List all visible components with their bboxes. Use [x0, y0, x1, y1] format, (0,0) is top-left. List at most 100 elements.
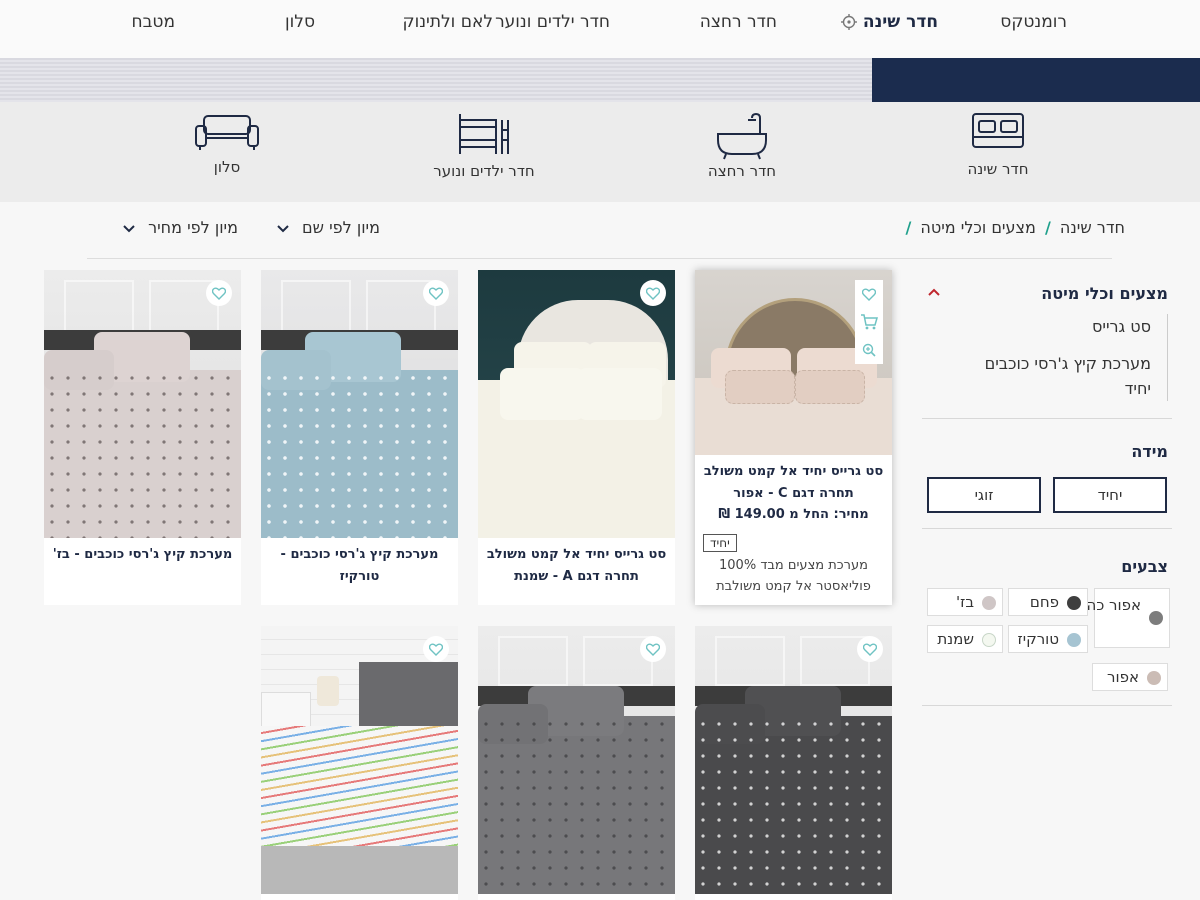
category-bedroom-label: חדר שינה — [967, 160, 1029, 178]
product-title[interactable]: מערכת קיץ ג'רסי כוכבים - בז' — [44, 538, 241, 566]
product-card[interactable]: סט גרייס יחיד אל קמט משולב תחרה דגם A - … — [478, 270, 675, 605]
banner-image — [0, 58, 872, 102]
breadcrumb-current: מצעים וכלי מיטה — [920, 218, 1036, 237]
category-filter-title[interactable]: מצעים וכלי מיטה — [922, 284, 1172, 303]
product-image[interactable] — [695, 626, 892, 894]
colors-filter-title: צבעים — [1121, 557, 1168, 576]
product-description: מערכת מצעים מבד 100% פוליאסטר אל קמט משו… — [716, 558, 871, 594]
bed-icon — [972, 113, 1024, 148]
size-single-button[interactable]: יחיד — [1053, 477, 1167, 513]
product-card[interactable] — [261, 626, 458, 900]
category-bathroom-label: חדר רחצה — [707, 162, 777, 180]
color-swatch — [1067, 596, 1081, 610]
breadcrumb: חדר שינה / מצעים וכלי מיטה / — [901, 218, 1125, 237]
divider — [87, 258, 1112, 259]
breadcrumb-separator: / — [905, 218, 912, 237]
target-icon — [840, 14, 857, 30]
nav-item-bedroom-label: חדר שינה — [862, 12, 938, 32]
chevron-down-icon — [123, 224, 135, 232]
heart-icon[interactable] — [857, 636, 883, 662]
product-image[interactable] — [261, 270, 458, 538]
color-label: פחם — [1029, 593, 1059, 611]
size-badge: יחיד — [703, 534, 737, 552]
subcategory-jersey-stars[interactable]: מערכת קיץ ג'רסי כוכבים יחיד — [956, 351, 1151, 401]
color-swatch — [1067, 633, 1081, 647]
color-option-dark-gray[interactable]: אפור כהה — [1076, 588, 1170, 648]
color-option-cream[interactable]: שמנת — [927, 625, 1003, 653]
product-image[interactable] — [478, 270, 675, 538]
category-bathroom[interactable]: חדר רחצה — [652, 112, 832, 180]
category-kids-room-label: חדר ילדים ונוער — [433, 162, 535, 180]
color-label: בז' — [956, 593, 974, 611]
product-image[interactable] — [695, 270, 892, 455]
sort-by-name-dropdown[interactable]: מיון לפי שם — [277, 218, 380, 237]
product-title[interactable]: סט גרייס יחיד אל קמט משולב תחרה דגם A - … — [478, 538, 675, 588]
color-label: שמנת — [937, 630, 974, 648]
chevron-up-icon[interactable] — [928, 288, 940, 296]
divider — [922, 705, 1172, 706]
product-card[interactable]: סט גרייס יחיד אל קמט משולב תחרה דגם C - … — [695, 270, 892, 605]
heart-icon[interactable] — [640, 636, 666, 662]
color-option-beige[interactable]: בז' — [927, 588, 1003, 616]
nav-item-bathroom[interactable]: חדר רחצה — [700, 12, 777, 32]
product-card[interactable]: מערכת קיץ ג'רסי כוכבים - טורקיז — [261, 270, 458, 605]
sofa-icon — [195, 115, 259, 150]
subcategory-grace-set[interactable]: סט גרייס — [938, 314, 1151, 339]
product-card[interactable] — [695, 626, 892, 900]
divider — [922, 418, 1172, 419]
category-kids-room[interactable]: חדר ילדים ונוער — [394, 112, 574, 180]
sort-by-price-dropdown[interactable]: מיון לפי מחיר — [123, 218, 238, 237]
product-image[interactable] — [478, 626, 675, 894]
color-swatch — [1147, 671, 1161, 685]
category-bedroom[interactable]: חדר שינה — [908, 112, 1088, 178]
size-filter-title: מידה — [1131, 442, 1168, 461]
cart-icon[interactable] — [855, 308, 883, 336]
category-living-room-label: סלון — [213, 158, 241, 176]
breadcrumb-home[interactable]: חדר שינה — [1060, 218, 1125, 237]
product-price: מחיר: החל מ 149.00 ₪ — [718, 507, 869, 522]
color-label: אפור כהה — [1076, 596, 1141, 614]
subcategory-list: סט גרייס מערכת קיץ ג'רסי כוכבים יחיד — [938, 314, 1168, 401]
product-actions — [855, 280, 883, 364]
product-image[interactable] — [261, 626, 458, 894]
zoom-icon[interactable] — [855, 336, 883, 364]
size-double-button[interactable]: זוגי — [927, 477, 1041, 513]
color-swatch — [1149, 611, 1163, 625]
nav-item-mother-baby[interactable]: לאם ולתינוק — [403, 12, 493, 32]
product-title[interactable]: סט גרייס יחיד אל קמט משולב תחרה דגם C - … — [695, 455, 892, 505]
color-option-charcoal[interactable]: פחם — [1008, 588, 1088, 616]
color-swatch — [982, 633, 996, 647]
breadcrumb-separator: / — [1044, 218, 1051, 237]
nav-item-kids-room[interactable]: חדר ילדים ונוער — [495, 12, 610, 32]
bunk-bed-icon — [459, 114, 509, 154]
nav-item-romantex[interactable]: רומנטקס — [1000, 12, 1067, 32]
divider — [922, 528, 1172, 529]
color-label: טורקיז — [1017, 630, 1059, 648]
hero-banner — [0, 58, 1200, 102]
product-card[interactable] — [478, 626, 675, 900]
heart-icon[interactable] — [640, 280, 666, 306]
color-option-turquoise[interactable]: טורקיז — [1008, 625, 1088, 653]
heart-icon[interactable] — [855, 280, 883, 308]
category-living-room[interactable]: סלון — [137, 112, 317, 176]
nav-item-bedroom[interactable]: חדר שינה — [835, 12, 938, 32]
top-navigation: רומנטקס חדר שינה חדר רחצה חדר ילדים ונוע… — [0, 0, 1200, 58]
sort-by-name-label: מיון לפי שם — [302, 218, 380, 237]
heart-icon[interactable] — [206, 280, 232, 306]
product-title[interactable]: מערכת קיץ ג'רסי כוכבים - טורקיז — [261, 538, 458, 588]
product-image[interactable] — [44, 270, 241, 538]
product-card[interactable]: מערכת קיץ ג'רסי כוכבים - בז' — [44, 270, 241, 605]
nav-item-kitchen[interactable]: מטבח — [131, 12, 175, 32]
color-option-gray[interactable]: אפור — [1092, 663, 1168, 691]
sort-by-price-label: מיון לפי מחיר — [148, 218, 238, 237]
color-swatch — [982, 596, 996, 610]
nav-item-living-room[interactable]: סלון — [285, 12, 315, 32]
heart-icon[interactable] — [423, 636, 449, 662]
heart-icon[interactable] — [423, 280, 449, 306]
category-bar: חדר שינה חדר רחצה חדר ילדים ונוער סלון — [0, 102, 1200, 202]
banner-color-block — [872, 58, 1200, 102]
category-filter: מצעים וכלי מיטה — [922, 284, 1172, 303]
color-label: אפור — [1107, 668, 1139, 686]
bathtub-icon — [717, 112, 767, 160]
chevron-down-icon — [277, 224, 289, 232]
